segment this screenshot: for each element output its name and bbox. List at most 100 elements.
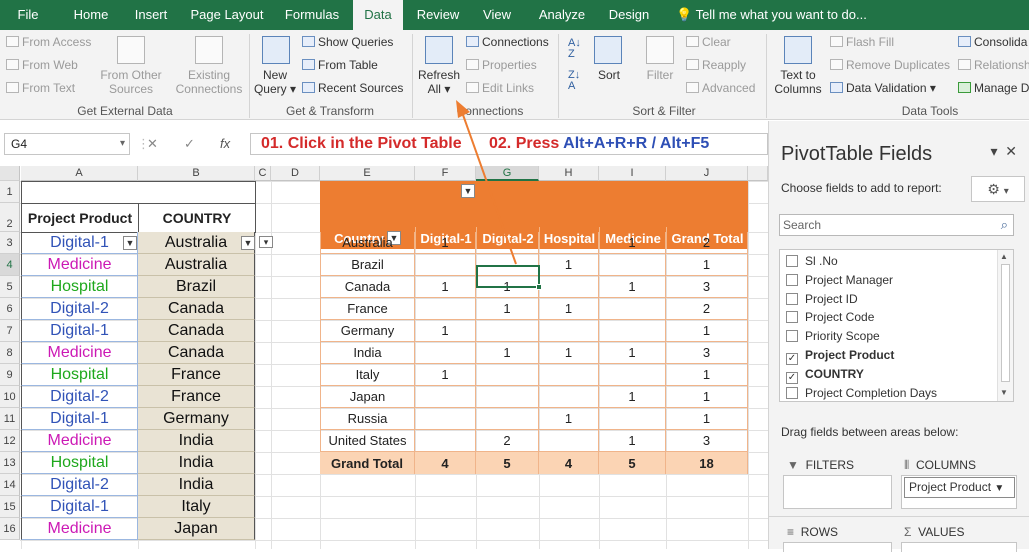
tab-home[interactable]: Home: [62, 0, 120, 30]
existing-connections-button[interactable]: Existing Connections: [172, 68, 246, 96]
field-item[interactable]: ✓ Project Product: [786, 346, 894, 365]
pivot-value-cell[interactable]: 1: [599, 342, 666, 364]
pivot-value-cell[interactable]: [539, 430, 599, 452]
checkbox-checked-icon[interactable]: ✓: [786, 353, 798, 365]
row-header-3[interactable]: 3: [0, 232, 20, 254]
cancel-formula-button[interactable]: ✕: [147, 133, 158, 155]
clear-button[interactable]: Clear: [686, 35, 731, 49]
name-box[interactable]: G4: [4, 133, 130, 155]
row-header-1[interactable]: 1: [0, 181, 20, 203]
show-queries-button[interactable]: Show Queries: [302, 35, 393, 49]
source-product-cell[interactable]: Medicine: [21, 518, 138, 540]
column-header-d[interactable]: D: [271, 166, 320, 181]
from-web-button[interactable]: From Web: [6, 58, 78, 72]
pivot-grand-total-cell[interactable]: 18: [666, 452, 748, 474]
pivot-grand-total-cell[interactable]: 5: [476, 452, 539, 474]
pivot-value-cell[interactable]: 1: [599, 430, 666, 452]
row-header-9[interactable]: 9: [0, 364, 20, 386]
pivot-value-cell[interactable]: [599, 254, 666, 276]
flash-fill-button[interactable]: Flash Fill: [830, 35, 894, 49]
source-product-cell[interactable]: Digital-1: [21, 408, 138, 430]
pivot-value-cell[interactable]: 3: [666, 342, 748, 364]
source-product-cell[interactable]: Hospital: [21, 276, 138, 298]
pivot-value-cell[interactable]: [539, 364, 599, 386]
enter-formula-button[interactable]: ✓: [184, 133, 195, 155]
field-list-scrollbar[interactable]: ▲ ▼: [997, 250, 1013, 401]
source-country-cell[interactable]: India: [138, 452, 255, 474]
pivot-value-cell[interactable]: 1: [599, 386, 666, 408]
pivot-value-cell[interactable]: [599, 364, 666, 386]
source-country-cell[interactable]: Germany: [138, 408, 255, 430]
pivot-filter-dropdown-icon[interactable]: ▼: [461, 184, 475, 198]
fill-handle[interactable]: [536, 284, 542, 290]
pivot-value-cell[interactable]: 1: [539, 254, 599, 276]
advanced-button[interactable]: Advanced: [686, 81, 755, 95]
from-other-sources-button[interactable]: From Other Sources: [100, 68, 162, 96]
row-header-10[interactable]: 10: [0, 386, 20, 408]
pivot-value-cell[interactable]: 1: [666, 386, 748, 408]
row-header-7[interactable]: 7: [0, 320, 20, 342]
row-header-12[interactable]: 12: [0, 430, 20, 452]
row-header-14[interactable]: 14: [0, 474, 20, 496]
pivot-value-cell[interactable]: 1: [539, 342, 599, 364]
source-country-cell[interactable]: France: [138, 364, 255, 386]
pivot-value-cell[interactable]: 1: [539, 408, 599, 430]
pivot-value-cell[interactable]: 1: [666, 254, 748, 276]
sort-az-button[interactable]: A↓ Z: [568, 38, 581, 60]
relationships-button[interactable]: Relationsh: [958, 58, 1029, 72]
source-product-cell[interactable]: Digital-2: [21, 474, 138, 496]
source-country-cell[interactable]: Australia: [138, 232, 255, 254]
tab-formulas[interactable]: Formulas: [279, 0, 345, 30]
pivot-row-label[interactable]: Japan: [320, 386, 415, 408]
from-table-button[interactable]: From Table: [302, 58, 378, 72]
sort-button[interactable]: Sort: [592, 68, 626, 82]
filters-drop-area[interactable]: [783, 475, 892, 509]
source-country-cell[interactable]: Canada: [138, 298, 255, 320]
pivot-value-cell[interactable]: 1: [476, 298, 539, 320]
pivot-row-label[interactable]: Canada: [320, 276, 415, 298]
source-product-cell[interactable]: Digital-1: [21, 496, 138, 518]
pivot-value-cell[interactable]: 1: [599, 276, 666, 298]
source-country-cell[interactable]: Canada: [138, 320, 255, 342]
column-header-h[interactable]: H: [539, 166, 599, 181]
pivot-value-cell[interactable]: 2: [476, 430, 539, 452]
rows-drop-area[interactable]: [783, 542, 892, 552]
checkbox-checked-icon[interactable]: ✓: [786, 371, 798, 384]
pivot-value-cell[interactable]: 3: [666, 430, 748, 452]
pivot-value-cell[interactable]: [415, 298, 476, 320]
from-text-button[interactable]: From Text: [6, 81, 75, 95]
pivot-value-cell[interactable]: 1: [415, 276, 476, 298]
field-settings-button[interactable]: ⚙ ▾: [971, 176, 1025, 202]
checkbox-icon[interactable]: [786, 255, 798, 267]
new-query-button[interactable]: New Query ▾: [252, 68, 298, 96]
filter-dropdown-icon[interactable]: ▼: [241, 236, 255, 250]
field-item[interactable]: Project Manager: [786, 271, 893, 289]
pivot-value-cell[interactable]: 3: [666, 276, 748, 298]
source-product-cell[interactable]: Medicine: [21, 430, 138, 452]
source-product-cell[interactable]: Medicine: [21, 342, 138, 364]
sort-za-button[interactable]: Z↓ A: [568, 70, 580, 92]
source-product-cell[interactable]: Digital-1: [21, 232, 138, 254]
source-header-project-product[interactable]: Project Product: [21, 203, 139, 233]
source-country-cell[interactable]: Japan: [138, 518, 255, 540]
source-product-cell[interactable]: Hospital: [21, 452, 138, 474]
pivot-value-cell[interactable]: [476, 386, 539, 408]
tab-file[interactable]: File: [0, 0, 56, 30]
pivot-value-cell[interactable]: 1: [666, 408, 748, 430]
close-icon[interactable]: ✕: [1005, 143, 1017, 159]
column-header-g[interactable]: G: [476, 166, 539, 181]
tab-data[interactable]: Data: [353, 0, 403, 30]
field-item[interactable]: Sl .No: [786, 252, 838, 270]
source-country-cell[interactable]: India: [138, 430, 255, 452]
manage-data-model-button[interactable]: Manage D: [958, 81, 1029, 95]
remove-duplicates-button[interactable]: Remove Duplicates: [830, 58, 950, 72]
refresh-all-button[interactable]: Refresh All ▾: [416, 68, 462, 96]
source-country-cell[interactable]: Australia: [138, 254, 255, 276]
column-header-e[interactable]: E: [320, 166, 415, 181]
source-country-cell[interactable]: India: [138, 474, 255, 496]
pivot-value-cell[interactable]: [476, 232, 539, 254]
tab-design[interactable]: Design: [602, 0, 656, 30]
field-item[interactable]: ✓ COUNTRY: [786, 365, 864, 384]
worksheet-grid[interactable]: ABCDEFGHIJ 1 2 3 4 5 6 7 8 9 10 11 12 13 14 15 16 Proje…: [0, 166, 768, 549]
tab-review[interactable]: Review: [410, 0, 466, 30]
